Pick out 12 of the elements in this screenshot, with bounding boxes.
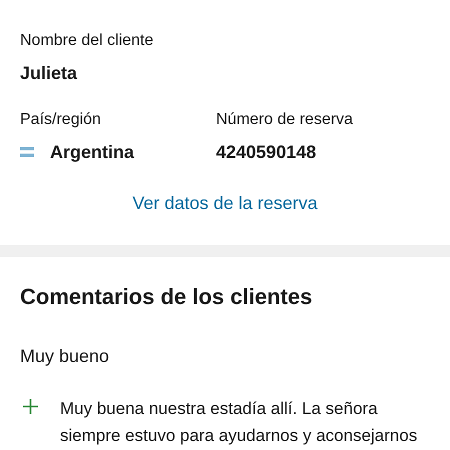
field-label: Número de reserva bbox=[216, 110, 353, 130]
field-label: País/región bbox=[20, 110, 102, 130]
customer-name: Julieta bbox=[20, 62, 78, 85]
field-label: Nombre del cliente bbox=[20, 31, 154, 51]
rating-text: Muy bueno bbox=[20, 345, 110, 368]
booking-number: 4240590148 bbox=[216, 141, 318, 164]
flag-icon bbox=[20, 147, 34, 157]
country-value: Argentina bbox=[50, 141, 134, 164]
section-heading: Comentarios de los clientes bbox=[20, 283, 314, 311]
plus-icon bbox=[23, 399, 38, 414]
review-text: Muy buena nuestra estadía allí. La señora siempre estuvo para ayudarnos y aconsejarnos bbox=[60, 398, 418, 447]
booking-details-link[interactable]: Ver datos de la reserva bbox=[132, 191, 318, 215]
